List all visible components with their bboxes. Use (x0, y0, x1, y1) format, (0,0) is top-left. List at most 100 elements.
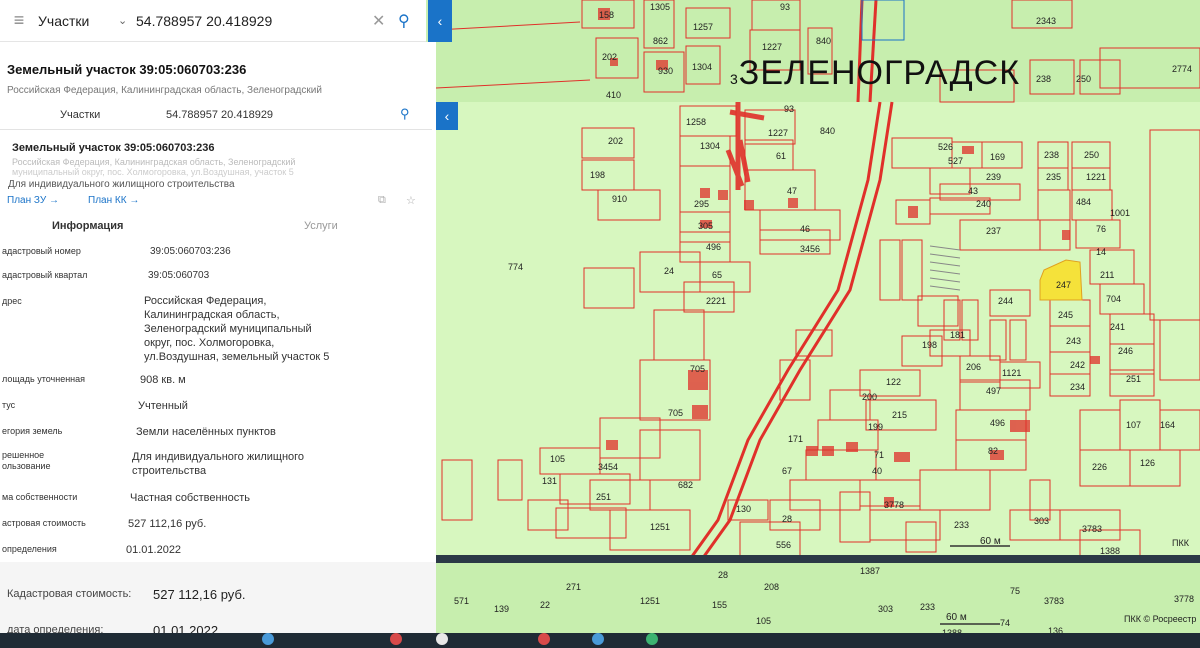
parcel-label: 496 (706, 242, 722, 252)
chevron-down-icon[interactable]: ⌄ (118, 14, 136, 27)
status-value: Учтенный (138, 400, 188, 412)
parcel-label: 862 (653, 36, 669, 46)
parcel-label: 107 (1126, 420, 1142, 430)
tab-services[interactable]: Услуги (304, 220, 338, 232)
parcel-label: 3778 (1174, 594, 1195, 604)
parcel-label: 1257 (693, 22, 714, 32)
collapse-panel-button[interactable]: ‹ (428, 0, 452, 42)
clear-icon[interactable]: ✕ (372, 11, 398, 31)
share-icon[interactable]: ⧉ (378, 194, 386, 207)
field-label: адастровый квартал (2, 270, 88, 280)
permitted-use-value: Для индивидуального жилищного строительс… (132, 451, 305, 477)
parcel-label: 76 (1096, 224, 1107, 234)
screenshot-seam (307, 555, 1200, 563)
field-label: лощадь уточненная (2, 374, 86, 384)
parcel-label: 1387 (860, 566, 881, 576)
top-parcel-card: Земельный участок 39:05:060703:236 Росси… (0, 42, 436, 102)
parcel-label: 1121 (1002, 368, 1022, 378)
parcel-label: 82 (988, 446, 999, 456)
cadastral-quarter-link[interactable]: 39:05:060703 (148, 270, 209, 281)
parcel-label: 239 (986, 172, 1002, 182)
parcel-label: 235 (1046, 172, 1062, 182)
search-icon[interactable]: ⚲ (398, 11, 426, 31)
parcel-label: 158 (599, 10, 615, 20)
os-taskbar (0, 633, 1200, 648)
parcel-label: 208 (764, 582, 780, 592)
app-icon[interactable] (646, 633, 658, 645)
parcel-label: 1305 (650, 2, 671, 12)
parcel-label: 238 (1036, 74, 1052, 84)
field-label: тус (2, 400, 16, 410)
parcel-label: 75 (1010, 586, 1021, 596)
parcel-label: 2221 (706, 296, 727, 306)
search-icon[interactable]: ⚲ (400, 106, 410, 122)
plan-zu-link[interactable]: План ЗУ → (7, 195, 59, 206)
parcel-label: 198 (590, 170, 606, 180)
parcel-label: 200 (862, 392, 878, 402)
attribution: ПКК © Росреестр (1124, 614, 1197, 624)
parcel-label: 250 (1076, 74, 1092, 84)
inner-search-bar: Участки 54.788957 20.418929 ⚲ (0, 102, 432, 130)
parcel-info-panel: Участки 54.788957 20.418929 ⚲ Земельный … (0, 102, 436, 562)
app-icon[interactable] (436, 633, 448, 645)
parcel-label: 295 (694, 199, 710, 209)
parcel-label: 206 (966, 362, 982, 372)
plan-kk-link[interactable]: План КК → (88, 195, 139, 206)
parcel-label: 840 (820, 126, 836, 136)
parcel-label: 3454 (598, 462, 619, 472)
parcel-label: 47 (787, 186, 798, 196)
parcel-label: 169 (990, 152, 1006, 162)
parcel-label: 233 (920, 602, 936, 612)
cost-value: 527 112,16 руб. (153, 587, 246, 602)
parcel-label: 3456 (800, 244, 821, 254)
parcel-label: 1258 (686, 117, 707, 127)
parcel-label: 226 (1092, 462, 1108, 472)
app-icon[interactable] (592, 633, 604, 645)
parcel-label: 199 (868, 422, 884, 432)
app-icon[interactable] (390, 633, 402, 645)
parcel-label: 571 (454, 596, 470, 606)
search-input[interactable]: 54.788957 20.418929 (136, 13, 372, 29)
parcel-label: 246 (1118, 346, 1134, 356)
parcel-label: 271 (566, 582, 582, 592)
search-input[interactable]: 54.788957 20.418929 (166, 109, 273, 121)
cadastral-number-link[interactable]: 39:05:060703:236 (150, 246, 231, 257)
parcel-label: 202 (608, 136, 624, 146)
parcel-label: 24 (664, 266, 675, 276)
parcel-label: 122 (886, 377, 902, 387)
search-category[interactable]: Участки (60, 109, 100, 121)
parcel-label: 28 (718, 570, 729, 580)
cadastral-cost-value: 527 112,16 руб. (128, 518, 207, 530)
menu-icon[interactable]: ≡ (0, 0, 38, 42)
app-icon[interactable] (538, 633, 550, 645)
parcel-label: 3783 (1044, 596, 1065, 606)
parcel-label: 181 (950, 330, 966, 340)
parcel-label: 240 (976, 199, 992, 209)
parcel-label: 497 (986, 386, 1002, 396)
parcel-label: 67 (782, 466, 793, 476)
tab-info[interactable]: Информация (52, 220, 123, 232)
scale-label: 60 м (946, 612, 967, 623)
land-category-value: Земли населённых пунктов (136, 426, 276, 438)
date-value: 01.01.2022 (126, 544, 182, 556)
search-category[interactable]: Участки (38, 13, 118, 29)
parcel-label: 556 (776, 540, 792, 550)
parcel-label: 171 (788, 434, 804, 444)
collapse-panel-button[interactable]: ‹ (436, 102, 458, 130)
parcel-label: 251 (596, 492, 612, 502)
parcel-label: 198 (922, 340, 938, 350)
usage-text: Для индивидуального жилищного строительс… (8, 179, 235, 190)
bottom-cost-panel: Кадастровая стоимость: 527 112,16 руб. д… (0, 562, 436, 638)
ownership-value: Частная собственность (130, 492, 251, 504)
parcel-label: 682 (678, 480, 694, 490)
field-label: ма собственности (2, 492, 78, 502)
star-icon[interactable]: ☆ (406, 194, 416, 207)
parcel-label: 22 (540, 600, 551, 610)
parcel-label: 704 (1106, 294, 1122, 304)
parcel-label: 410 (606, 90, 622, 100)
parcel-label: 131 (542, 476, 558, 486)
app-icon[interactable] (262, 633, 274, 645)
parcel-label: 2343 (1036, 16, 1057, 26)
parcel-label: 14 (1096, 247, 1107, 257)
parcel-label: 705 (690, 364, 706, 374)
